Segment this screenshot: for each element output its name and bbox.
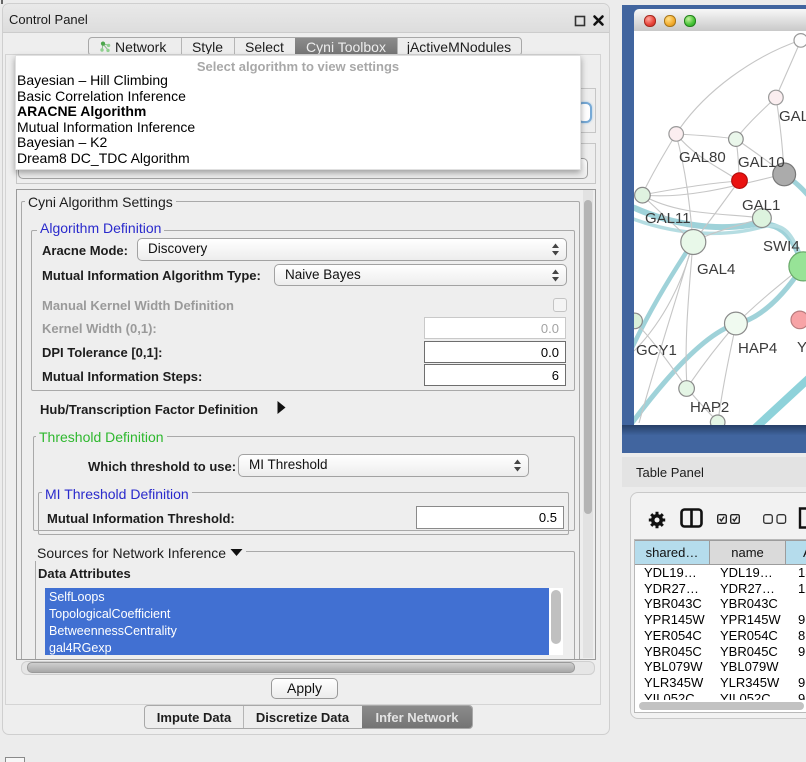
svg-text:GAL8: GAL8 [779, 108, 806, 125]
svg-text:GAL80: GAL80 [679, 149, 726, 166]
svg-text:GCY1: GCY1 [636, 342, 677, 359]
svg-text:GAL4: GAL4 [697, 261, 735, 278]
svg-text:HAP4: HAP4 [738, 340, 777, 357]
svg-text:SWI4: SWI4 [763, 238, 800, 255]
svg-text:Y: Y [797, 339, 806, 356]
svg-text:GAL10: GAL10 [738, 154, 785, 171]
svg-text:GAL11: GAL11 [645, 210, 691, 227]
svg-text:HAP2: HAP2 [690, 399, 729, 416]
svg-text:GAL1: GAL1 [742, 197, 780, 214]
